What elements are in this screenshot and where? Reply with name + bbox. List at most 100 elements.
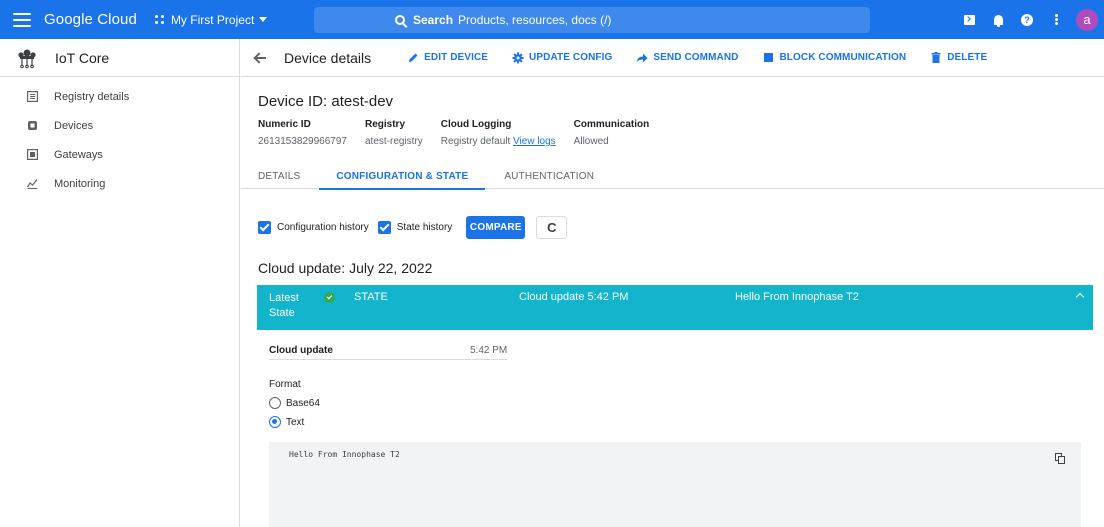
meta-value: Registry default View logs: [441, 136, 556, 147]
configuration-history-checkbox[interactable]: Configuration history: [258, 221, 369, 234]
checkbox-label: Configuration history: [277, 222, 369, 233]
meta-value: Allowed: [573, 136, 609, 147]
checkbox-checked-icon: [258, 221, 271, 234]
delete-button[interactable]: DELETE: [930, 52, 987, 64]
account-avatar[interactable]: a: [1076, 8, 1098, 31]
meta-label: Cloud Logging: [440, 119, 512, 130]
project-name: My First Project: [170, 12, 255, 27]
payload-viewer: Hello From Innophase T2: [269, 442, 1081, 527]
nav-list: Registry details Devices Gateways Monito…: [0, 77, 239, 198]
send-arrow-icon: [636, 52, 648, 64]
device-meta: Numeric ID 2613153829966797 Registry ate…: [258, 119, 1104, 147]
device-id-heading: Device ID: atest-dev: [258, 93, 394, 110]
search-bar[interactable]: Search Products, resources, docs (/): [314, 7, 870, 33]
refresh-icon: C: [547, 220, 557, 235]
latest-state-label: Latest State: [269, 292, 299, 319]
format-label: Format: [269, 379, 301, 390]
meta-communication: Communication Allowed: [574, 119, 650, 147]
pencil-icon: [407, 52, 419, 64]
entry-kind: STATE: [354, 291, 388, 303]
product-header: IoT Core: [0, 39, 239, 77]
main-content: Device details EDIT DEVICE UPDATE CONFIG…: [241, 39, 1104, 527]
check-circle-icon: [324, 292, 335, 303]
meta-registry: Registry atest-registry: [365, 119, 423, 147]
more-vert-icon[interactable]: [1045, 9, 1067, 31]
compare-button[interactable]: COMPARE: [466, 216, 526, 239]
project-dots-icon: [154, 14, 165, 25]
tab-authentication[interactable]: AUTHENTICATION: [504, 162, 594, 189]
logging-value: Registry default: [440, 136, 511, 147]
delete-label: DELETE: [947, 52, 988, 63]
state-history-checkbox[interactable]: State history: [377, 221, 453, 234]
meta-label: Numeric ID: [258, 119, 311, 130]
tab-configuration-state[interactable]: CONFIGURATION & STATE: [319, 162, 486, 190]
sidebar-item-label: Devices: [54, 119, 94, 132]
search-label: Search: [413, 13, 454, 27]
trash-icon: [930, 52, 942, 64]
project-picker[interactable]: My First Project: [154, 12, 268, 27]
registry-icon: [26, 91, 38, 103]
sidebar-item-label: Monitoring: [54, 177, 106, 190]
copy-icon[interactable]: [1055, 453, 1065, 464]
checkbox-checked-icon: [377, 221, 391, 234]
update-config-button[interactable]: UPDATE CONFIG: [512, 52, 612, 64]
block-communication-label: BLOCK COMMUNICATION: [779, 52, 907, 63]
meta-numeric-id: Numeric ID 2613153829966797: [258, 119, 347, 147]
entry-message: Hello From Innophase T2: [735, 291, 859, 303]
refresh-button[interactable]: C: [536, 216, 568, 239]
cloud-shell-icon[interactable]: [958, 9, 980, 31]
help-icon[interactable]: ?: [1016, 9, 1038, 31]
update-config-label: UPDATE CONFIG: [529, 52, 613, 63]
meta-label: Communication: [573, 119, 650, 130]
meta-cloud-logging: Cloud Logging Registry default View logs: [441, 119, 556, 147]
send-command-button[interactable]: SEND COMMAND: [636, 52, 738, 64]
meta-label: Registry: [364, 119, 405, 130]
radio-label: Text: [286, 416, 305, 428]
search-icon: [395, 15, 405, 25]
entry-cloud-update: Cloud update 5:42 PM: [519, 291, 629, 303]
sidebar-item-gateways[interactable]: Gateways: [0, 140, 239, 169]
product-name: IoT Core: [55, 49, 110, 66]
edit-device-button[interactable]: EDIT DEVICE: [407, 52, 488, 64]
radio-checked-icon: [269, 416, 281, 428]
hamburger-menu-icon[interactable]: [13, 12, 31, 27]
gateway-icon: [26, 149, 38, 161]
back-arrow-icon[interactable]: [253, 51, 267, 65]
checkbox-label: State history: [396, 222, 453, 233]
history-filters: Configuration history State history COMP…: [258, 216, 568, 239]
page-title: Device details: [284, 49, 372, 66]
sidebar-item-registry-details[interactable]: Registry details: [0, 82, 239, 111]
sidebar-item-devices[interactable]: Devices: [0, 111, 239, 140]
format-base64-radio[interactable]: Base64: [269, 397, 320, 409]
format-text-radio[interactable]: Text: [269, 416, 304, 428]
send-command-label: SEND COMMAND: [653, 52, 739, 63]
tab-bar: DETAILS CONFIGURATION & STATE AUTHENTICA…: [241, 162, 1104, 190]
notifications-icon[interactable]: [987, 9, 1009, 31]
action-bar: Device details EDIT DEVICE UPDATE CONFIG…: [241, 39, 1104, 77]
sidebar-item-label: Gateways: [54, 148, 103, 161]
row-value: 5:42 PM: [470, 345, 508, 356]
radio-label: Base64: [286, 397, 320, 409]
chevron-up-icon[interactable]: [1075, 292, 1085, 302]
edit-device-label: EDIT DEVICE: [424, 52, 489, 63]
google-cloud-logo[interactable]: Google Cloud: [44, 11, 137, 28]
state-entry-header[interactable]: Latest State STATE Cloud update 5:42 PM …: [257, 285, 1093, 330]
gear-icon: [512, 52, 524, 64]
top-app-bar: Google Cloud My First Project Search Pro…: [0, 0, 1104, 39]
top-tools: ? a: [958, 0, 1104, 39]
state-entry-body: Cloud update 5:42 PM Format Base64 Text …: [257, 330, 1093, 527]
monitoring-icon: [26, 178, 38, 190]
tab-details[interactable]: DETAILS: [258, 162, 300, 189]
device-icon: [26, 120, 38, 132]
sidebar-item-label: Registry details: [54, 90, 130, 103]
stop-icon: [762, 52, 774, 64]
radio-unchecked-icon: [269, 397, 281, 409]
block-communication-button[interactable]: BLOCK COMMUNICATION: [762, 52, 906, 64]
view-logs-link[interactable]: View logs: [513, 136, 556, 147]
cloud-update-row: Cloud update 5:42 PM: [269, 340, 507, 360]
sidebar-item-monitoring[interactable]: Monitoring: [0, 169, 239, 198]
cloud-update-heading: Cloud update: July 22, 2022: [258, 260, 433, 276]
device-summary: Device ID: atest-dev Numeric ID 26131538…: [241, 77, 1104, 147]
caret-down-icon: [259, 17, 268, 22]
side-navigation: IoT Core Registry details Devices Gatewa…: [0, 39, 240, 527]
